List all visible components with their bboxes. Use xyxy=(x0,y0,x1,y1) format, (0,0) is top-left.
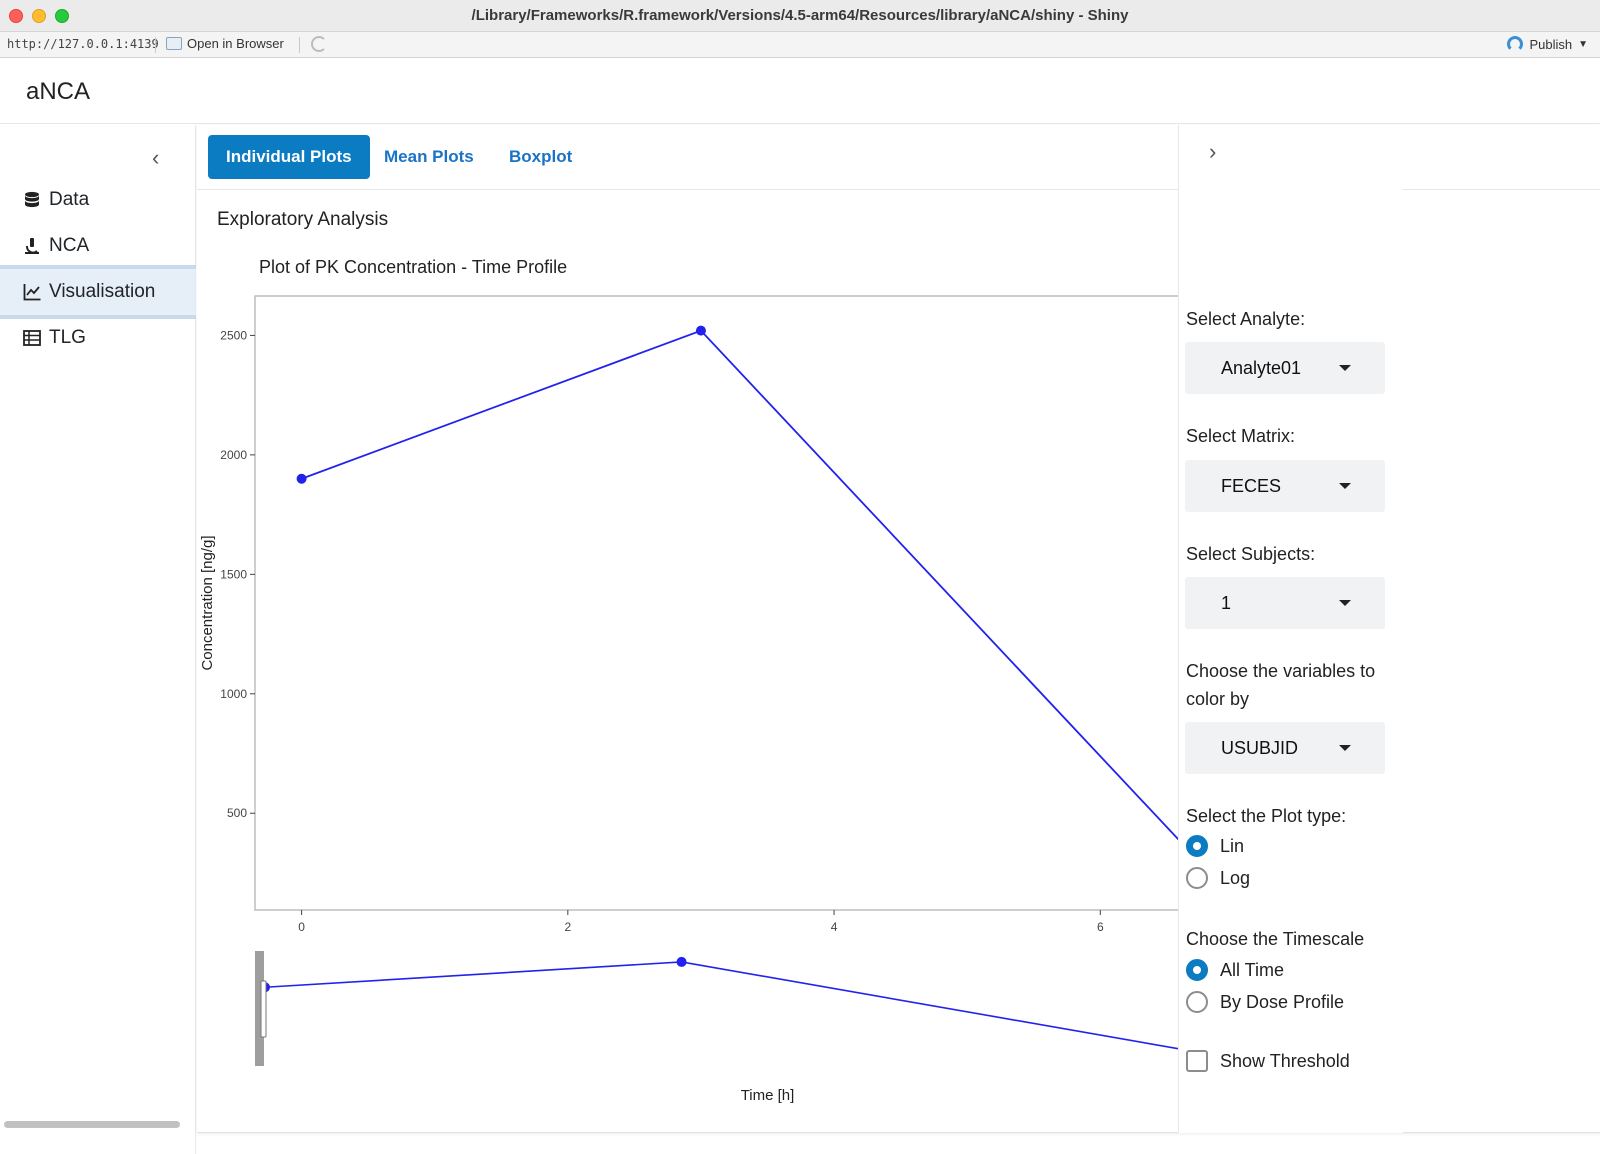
radio-label: By Dose Profile xyxy=(1220,991,1345,1012)
subjects-label: Select Subjects: xyxy=(1186,544,1316,564)
radio-button[interactable] xyxy=(1186,867,1208,889)
x-axis-label: Time [h] xyxy=(741,1087,795,1104)
matrix-value: FECES xyxy=(1221,475,1282,496)
toolbar-separator xyxy=(299,37,300,53)
chart-line-icon xyxy=(23,284,41,301)
timescale-option-by-dose-profile[interactable]: By Dose Profile xyxy=(1186,991,1344,1013)
publish-button[interactable]: Publish ▼ xyxy=(1507,36,1588,52)
timescale-option-all-time[interactable]: All Time xyxy=(1186,959,1284,981)
y-tick-label: 1500 xyxy=(220,567,247,581)
color-by-label: Choose the variables to color by xyxy=(1186,661,1376,709)
caret-down-icon xyxy=(1339,745,1351,751)
sidebar-item-label: TLG xyxy=(49,327,86,348)
y-tick-label: 1000 xyxy=(220,687,247,701)
sidebar: ‹ Data NCA Visualisation TLG xyxy=(0,125,196,1154)
radio-button[interactable] xyxy=(1186,991,1208,1013)
plot-type-option-lin[interactable]: Lin xyxy=(1186,835,1244,857)
sidebar-item-visualisation[interactable]: Visualisation xyxy=(0,265,196,319)
checkbox-label: Show Threshold xyxy=(1220,1050,1350,1071)
range-grip xyxy=(260,980,267,1038)
y-tick-label: 500 xyxy=(227,806,247,820)
color-by-select[interactable]: USUBJID xyxy=(1185,722,1385,774)
radio-label: Lin xyxy=(1220,835,1245,856)
tab-boxplot[interactable]: Boxplot xyxy=(491,135,590,179)
collapse-sidebar-icon[interactable]: ‹ xyxy=(152,145,159,171)
publish-icon xyxy=(1507,36,1524,52)
matrix-label: Select Matrix: xyxy=(1186,426,1296,446)
app-header: aNCA xyxy=(0,58,1600,124)
radio-label: All Time xyxy=(1220,959,1285,980)
window-title: /Library/Frameworks/R.framework/Versions… xyxy=(471,7,1129,24)
table-icon xyxy=(23,330,41,346)
collapse-controls-icon[interactable]: › xyxy=(1209,139,1216,165)
url-display: http://127.0.0.1:4139 xyxy=(7,37,159,51)
tab-individual-plots[interactable]: Individual Plots xyxy=(208,135,370,179)
plot-controls-panel: › Select Analyte: Analyte01 Select Matri… xyxy=(1178,125,1403,1133)
plot-type-label: Select the Plot type: xyxy=(1186,806,1347,826)
radio-button[interactable] xyxy=(1186,959,1208,981)
subjects-select[interactable]: 1 xyxy=(1185,577,1385,629)
caret-down-icon xyxy=(1339,483,1351,489)
analyte-select[interactable]: Analyte01 xyxy=(1185,342,1385,394)
color-by-value: USUBJID xyxy=(1221,737,1299,758)
show-threshold-checkbox[interactable] xyxy=(1186,1050,1208,1072)
x-tick-label: 6 xyxy=(1097,920,1104,934)
radio-label: Log xyxy=(1220,867,1251,888)
matrix-select[interactable]: FECES xyxy=(1185,460,1385,512)
data-point xyxy=(695,325,706,336)
app-brand: aNCA xyxy=(26,78,91,105)
toolbar-separator xyxy=(155,37,156,53)
open-in-browser-button[interactable]: Open in Browser xyxy=(166,36,284,51)
refresh-icon[interactable] xyxy=(311,36,327,52)
plot-area xyxy=(254,295,1281,911)
radio-button[interactable] xyxy=(1186,835,1208,857)
analyte-label: Select Analyte: xyxy=(1186,309,1306,329)
chevron-down-icon[interactable]: ▼ xyxy=(1578,39,1588,50)
show-threshold-option[interactable]: Show Threshold xyxy=(1186,1050,1350,1072)
timescale-label: Choose the Timescale xyxy=(1186,929,1365,949)
database-icon xyxy=(25,191,39,208)
section-title: Exploratory Analysis xyxy=(217,209,389,230)
open-in-browser-label: Open in Browser xyxy=(187,36,284,51)
sidebar-item-data[interactable]: Data xyxy=(0,177,196,223)
y-axis-label: Concentration [ng/g] xyxy=(199,535,216,670)
range-slider xyxy=(255,951,1280,1066)
sidebar-item-label: NCA xyxy=(49,235,90,256)
y-tick-label: 2500 xyxy=(220,328,247,342)
x-tick-label: 4 xyxy=(831,920,838,934)
caret-down-icon xyxy=(1339,600,1351,606)
caret-down-icon xyxy=(1339,365,1351,371)
publish-label: Publish xyxy=(1529,36,1573,52)
range-series-line xyxy=(264,961,1238,1060)
microscope-icon xyxy=(25,238,39,254)
sidebar-item-tlg[interactable]: TLG xyxy=(0,315,196,361)
x-tick-label: 2 xyxy=(564,920,571,934)
horizontal-scrollbar[interactable] xyxy=(4,1121,180,1128)
subjects-value: 1 xyxy=(1221,592,1232,613)
browser-window-icon xyxy=(166,37,182,50)
viewer-toolbar: http://127.0.0.1:4139 Open in Browser Pu… xyxy=(0,32,1600,58)
range-handle-left[interactable] xyxy=(255,951,267,1066)
tab-mean-plots[interactable]: Mean Plots xyxy=(366,135,492,179)
plot-title: Plot of PK Concentration - Time Profile xyxy=(259,257,568,277)
y-tick-label: 2000 xyxy=(220,448,247,462)
analyte-value: Analyte01 xyxy=(1221,357,1302,378)
x-tick-label: 0 xyxy=(298,920,305,934)
sidebar-item-label: Data xyxy=(49,189,90,210)
sidebar-item-label: Visualisation xyxy=(49,281,156,302)
data-point xyxy=(296,473,307,484)
range-data-point xyxy=(676,956,687,967)
window-titlebar: /Library/Frameworks/R.framework/Versions… xyxy=(0,0,1600,32)
sidebar-item-nca[interactable]: NCA xyxy=(0,223,196,269)
plot-type-option-log[interactable]: Log xyxy=(1186,867,1250,889)
